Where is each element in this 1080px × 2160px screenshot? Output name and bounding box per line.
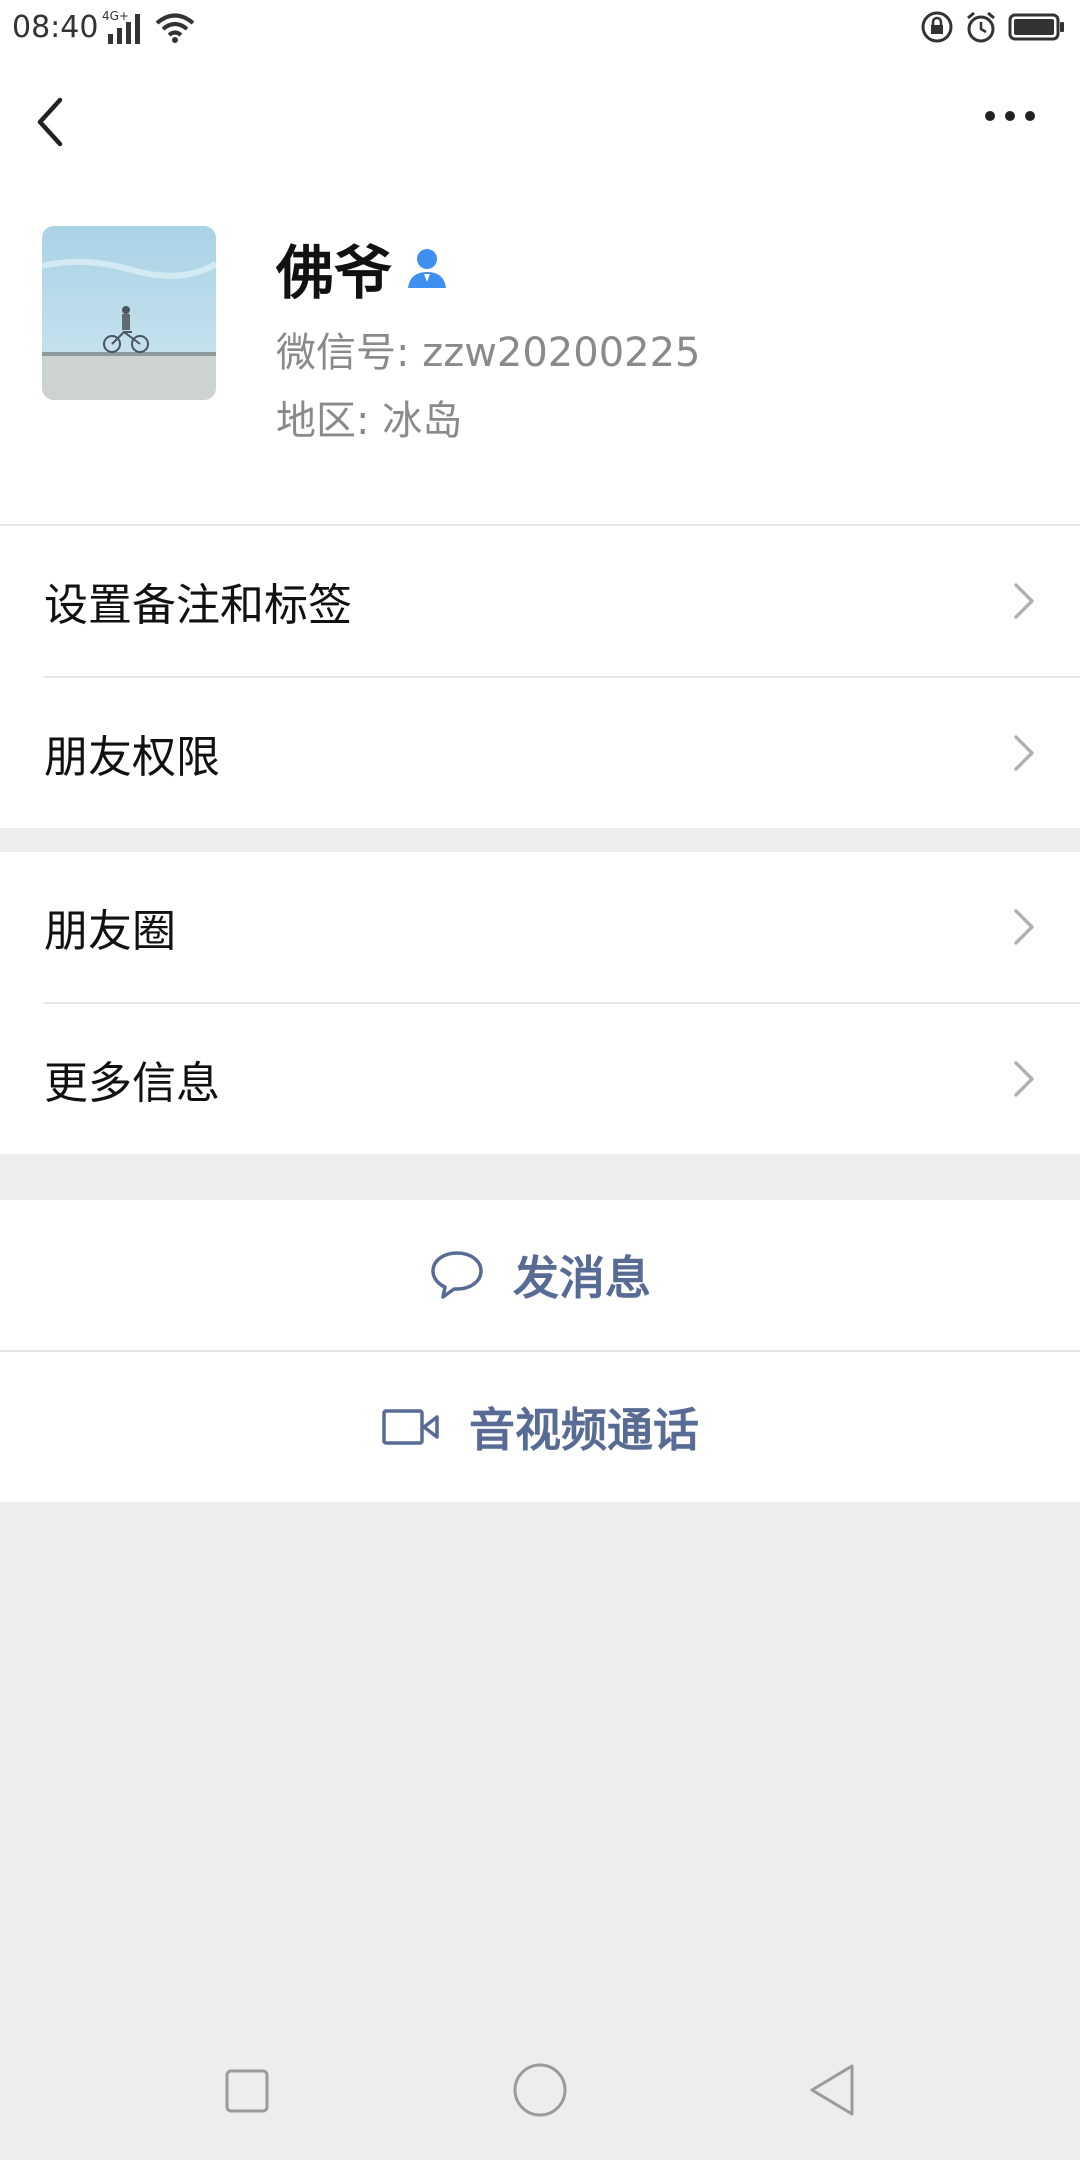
system-back-button[interactable] [806,2062,858,2122]
video-camera-icon [382,1409,439,1445]
home-button[interactable] [512,2062,568,2122]
square-icon [225,2069,269,2113]
row-label: 朋友圈 [44,906,176,957]
send-message-label: 发消息 [513,1251,651,1305]
row-label: 朋友权限 [44,732,220,783]
triangle-back-icon [810,2064,854,2116]
moments-row[interactable]: 朋友圈 [0,852,1080,1002]
chevron-left-icon [37,97,63,147]
person-icon [408,249,447,288]
signal-icon: 4G+ [100,8,148,50]
video-call-label: 音视频通话 [469,1403,699,1457]
row-label: 设置备注和标签 [44,580,352,631]
region-line: 地区: 冰岛 [276,388,462,446]
more-button[interactable] [980,106,1040,136]
actions-group: 发消息 音视频通话 [0,1200,1080,1502]
friend-permissions-row[interactable]: 朋友权限 [0,678,1080,828]
alarm-icon [964,10,998,48]
chevron-right-icon [1014,909,1034,945]
recent-apps-button[interactable] [224,2068,270,2118]
video-call-button[interactable]: 音视频通话 [0,1352,1080,1502]
lock-rotation-icon [920,10,954,48]
profile-header: 佛爷 微信号: zzw20200225 地区: 冰岛 [0,58,1080,526]
chevron-right-icon [1014,583,1034,619]
remark-tags-row[interactable]: 设置备注和标签 [0,526,1080,676]
chat-bubble-icon [431,1251,483,1299]
wechat-id-value: zzw20200225 [422,330,701,376]
system-nav-bar [0,2020,1080,2160]
send-message-button[interactable]: 发消息 [0,1200,1080,1350]
status-bar: 08:40 4G+ [0,0,1080,58]
back-button[interactable] [30,92,80,152]
profile-name-row: 佛爷 [276,226,448,310]
status-time: 08:40 [12,10,99,45]
region-label: 地区: [276,398,370,444]
chevron-right-icon [1014,1061,1034,1097]
more-horizontal-icon [985,111,1035,121]
wifi-icon [154,12,196,48]
chevron-right-icon [1014,735,1034,771]
more-info-row[interactable]: 更多信息 [0,1004,1080,1154]
info-group: 朋友圈 更多信息 [0,852,1080,1154]
network-type: 4G+ [102,9,129,23]
avatar[interactable] [42,226,216,400]
circle-icon [513,2063,567,2117]
wechat-id-label: 微信号: [276,330,410,376]
settings-group: 设置备注和标签 朋友权限 [0,526,1080,828]
profile-name: 佛爷 [276,239,393,307]
region-value: 冰岛 [382,398,463,444]
battery-icon [1008,12,1066,46]
row-label: 更多信息 [44,1058,220,1109]
wechat-id-line: 微信号: zzw20200225 [276,320,701,378]
